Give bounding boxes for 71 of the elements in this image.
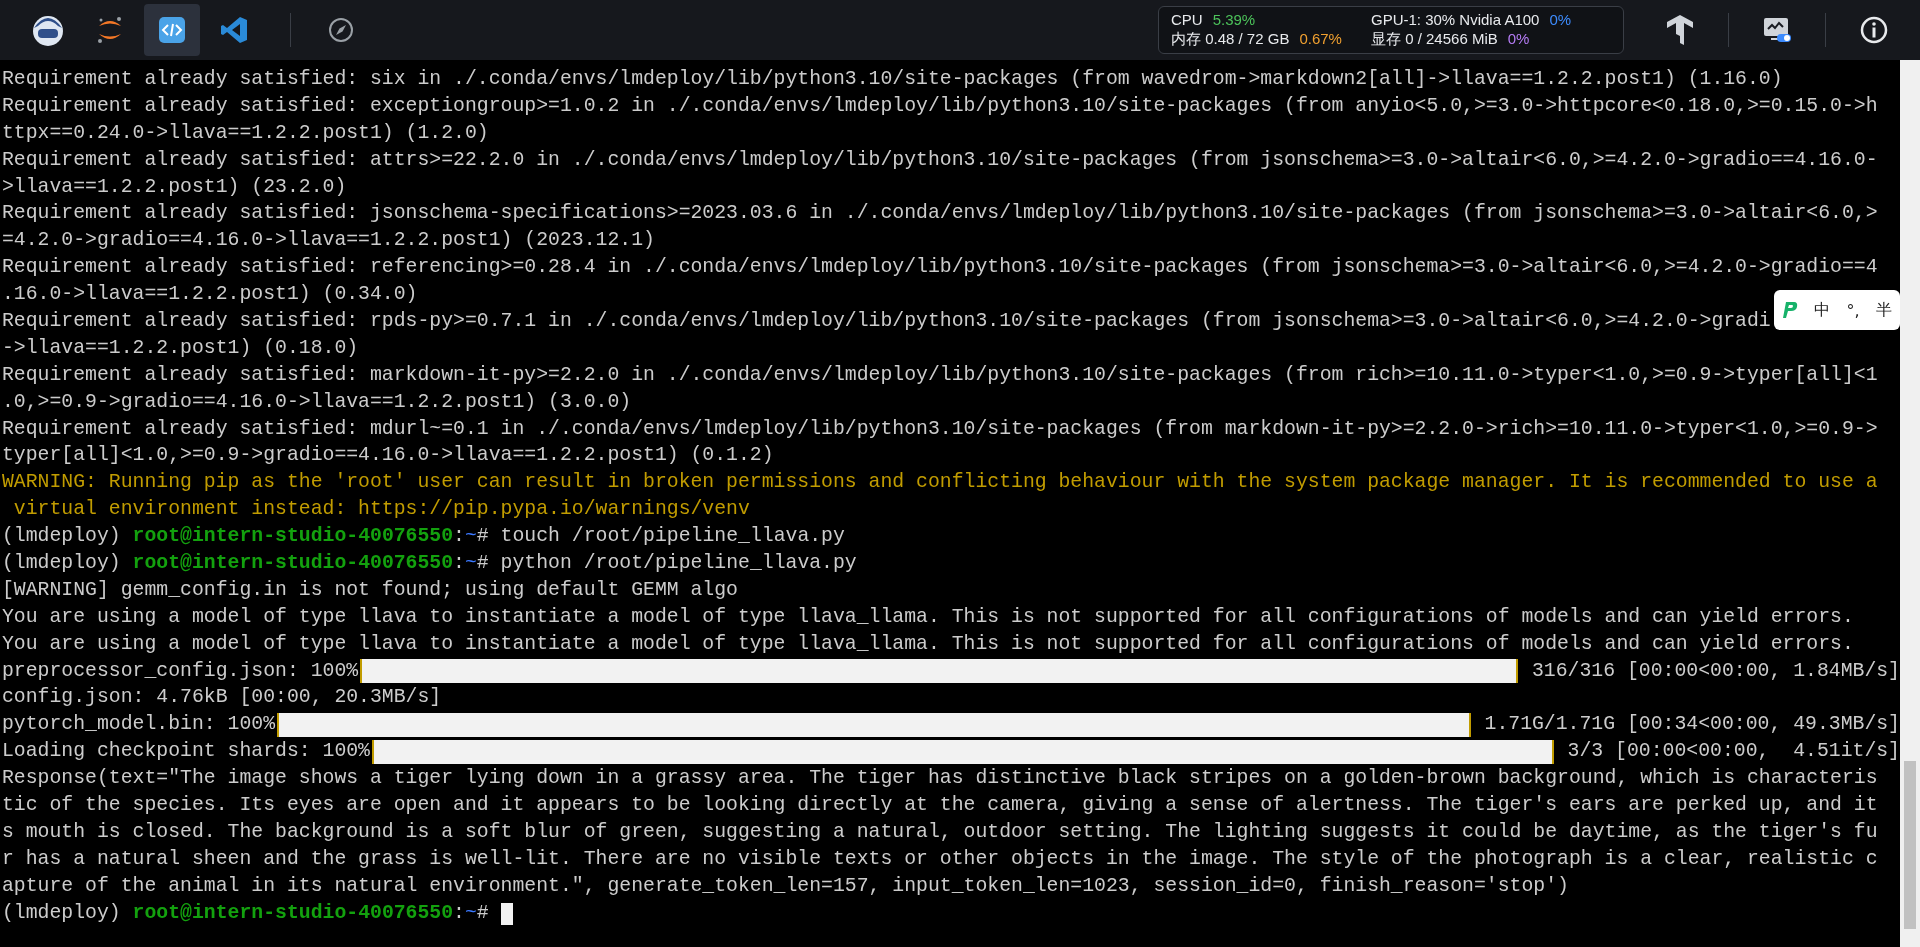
terminal-line: .16.0->llava==1.2.2.post1) (0.34.0) <box>2 282 418 308</box>
terminal-line: r has a natural sheen and the grass is well-lit. There are no visible texts or other objects in the image. The style of the photograph is a clear, realistic c <box>2 846 1878 872</box>
terminal-line: Requirement already satisfied: mdurl~=0.1 in ./.conda/envs/lmdeploy/lib/python3.10/site-packages (from markdown-it-py>=2.2.0->rich>=10.11.0->typer<1.0,>=0.9-> <box>2 416 1878 442</box>
stat-value: 0.67% <box>1299 30 1342 49</box>
terminal-line: Requirement already satisfied: rpds-py>=0.7.1 in ./.conda/envs/lmdeploy/lib/python3.10/site-packages (from jsonschema>=3.0->altair<6.0,>=4.2.0->gradi <box>2 309 1771 334</box>
stat-label: GPU-1: 30% Nvidia A100 <box>1371 11 1540 28</box>
stat-value: 5.39% <box>1212 11 1256 28</box>
terminal-line: >llava==1.2.2.post1) (23.2.0) <box>2 174 347 200</box>
user-host: root@intern-studio-40076550 <box>132 551 454 577</box>
terminal-line: Requirement already satisfied: markdown-it-py>=2.2.0 in ./.conda/envs/lmdeploy/lib/python3.10/site-packages (from rich>=10.11.0->typer<1.0,>=0.9->typer[all]<1 <box>2 362 1878 388</box>
terminal-line: typer[all]<1.0,>=0.9->gradio==4.16.0->llava==1.2.2.post1) (0.1.2) <box>2 443 774 469</box>
progress-label: Loading checkpoint shards: 100% <box>2 739 370 765</box>
cube-logo-icon <box>1665 14 1695 46</box>
scroll-thumb[interactable] <box>1904 761 1916 929</box>
terminal-line: Requirement already satisfied: jsonschema-specifications>=2023.03.6 in ./.conda/envs/lmdeploy/lib/python3.10/site-packages (from jsonschema>=3.0->altair<6.0,> <box>2 201 1878 227</box>
terminal-line: Requirement already satisfied: referencing>=0.28.4 in ./.conda/envs/lmdeploy/lib/python3.10/site-packages (from jsonschema>=3.0->altair<6.0,>=4.2.0->gradio==4 <box>2 255 1878 281</box>
compass-icon <box>327 16 355 44</box>
prompt-separator: : <box>453 551 465 577</box>
progress-label: preprocessor_config.json: 100% <box>2 658 359 684</box>
terminal-line: config.json: 4.76kB [00:00, 20.3MB/s] <box>2 685 442 711</box>
terminal-line: You are using a model of type llava to instantiate a model of type llava_llama. This is not supported for all configurations of models and can yield errors. <box>2 604 1854 630</box>
terminal-line: s mouth is closed. The background is a soft blur of green, suggesting a natural, outdoor setting. The lighting suggests it could be daytime, as the tiger's fu <box>2 819 1878 845</box>
command-text: python /root/pipeline_llava.py <box>500 551 857 577</box>
text-cursor <box>500 902 513 925</box>
prompt-separator: : <box>453 524 465 550</box>
scrollbar[interactable] <box>1900 60 1920 947</box>
code-icon <box>158 16 186 44</box>
prompt-path: ~ <box>465 900 477 926</box>
ime-indicator[interactable]: 半 <box>1875 299 1892 321</box>
ime-logo-icon <box>1782 301 1799 319</box>
progress-stats: 1.71G/1.71G [00:34<00:00, 49.3MB/s] <box>1484 712 1900 738</box>
stat-value: 0% <box>1507 30 1530 49</box>
user-host: root@intern-studio-40076550 <box>132 524 454 550</box>
stat-value: 0% <box>1549 11 1572 28</box>
stat-label: CPU <box>1171 11 1203 28</box>
terminal-line: .0,>=0.9->gradio==4.16.0->llava==1.2.2.post1) (3.0.0) <box>2 389 632 415</box>
terminal-line: ->llava==1.2.2.post1) (0.18.0) <box>2 335 359 361</box>
env-name: (lmdeploy) <box>2 900 122 926</box>
user-host: root@intern-studio-40076550 <box>132 900 454 926</box>
terminal-line: Requirement already satisfied: attrs>=22.2.0 in ./.conda/envs/lmdeploy/lib/python3.10/site-packages (from jsonschema>=3.0->altair<6.0,>=4.2.0->gradio==4.16.0- <box>2 147 1878 173</box>
terminal-line: Requirement already satisfied: exceptiongroup>=1.0.2 in ./.conda/envs/lmdeploy/lib/python3.10/site-packages (from anyio<5.0,>=3.0->httpcore<0.18.0,>=0.15.0->h <box>2 93 1878 119</box>
prompt-separator: : <box>453 900 465 926</box>
prompt-path: ~ <box>465 551 477 577</box>
prompt-sign: # <box>476 524 490 550</box>
terminal-line: [WARNING] gemm_config.in is not found; using default GEMM algo <box>2 577 738 603</box>
env-name: (lmdeploy) <box>2 524 122 550</box>
env-name: (lmdeploy) <box>2 551 122 577</box>
progress-stats: 316/316 [00:00<00:00, 1.84MB/s] <box>1532 658 1900 684</box>
warning-line: virtual environment instead: https://pip.pypa.io/warnings/venv <box>12 497 750 523</box>
prompt-path: ~ <box>465 524 477 550</box>
terminal-line: Requirement already satisfied: six in ./.conda/envs/lmdeploy/lib/python3.10/site-packages (from wavedrom->markdown2[all]->llava==1.2.2.post1) (1.16.0) <box>2 67 1783 92</box>
terminal-line: apture of the animal in its natural environment.", generate_token_len=157, input_token_len=1023, session_id=0, finish_reason='stop') <box>2 873 1569 899</box>
info-icon <box>1859 15 1889 45</box>
ime-indicator[interactable]: °, <box>1846 300 1860 320</box>
monitor-icon <box>1761 15 1793 45</box>
terminal-line: ttpx==0.24.0->llava==1.2.2.post1) (1.2.0) <box>2 120 489 146</box>
progress-stats: 3/3 [00:00<00:00, 4.51it/s] <box>1567 739 1900 765</box>
warning-line: WARNING: Running pip as the 'root' user can result in broken permissions and conflicting behaviour with the system package manager. It is recommended to use a <box>2 470 1878 496</box>
stat-label: 显存 0 / 24566 MiB <box>1371 30 1498 49</box>
prompt-sign: # <box>476 900 490 926</box>
app-button[interactable] <box>144 4 200 56</box>
terminal-line: =4.2.0->gradio==4.16.0->llava==1.2.2.post1) (2023.12.1) <box>2 228 655 254</box>
terminal-line: You are using a model of type llava to instantiate a model of type llava_llama. This is not supported for all configurations of models and can yield errors. <box>2 631 1854 657</box>
terminal-line: Response(text="The image shows a tiger lying down in a grassy area. The tiger has distinctive black stripes on a golden-brown background, which is characteris <box>2 766 1878 792</box>
ribbon-icon <box>219 15 249 45</box>
prompt-sign: # <box>476 551 490 577</box>
progress-label: pytorch_model.bin: 100% <box>2 712 276 738</box>
ime-indicator[interactable]: 中 <box>1814 299 1831 321</box>
command-text: touch /root/pipeline_llava.py <box>500 524 845 550</box>
terminal-line: tic of the species. Its eyes are open and it appears to be looking directly at the camera, giving a sense of alertness. The tiger's ears are perked up, and it <box>2 793 1878 819</box>
stat-label: 内存 0.48 / 72 GB <box>1171 30 1290 49</box>
